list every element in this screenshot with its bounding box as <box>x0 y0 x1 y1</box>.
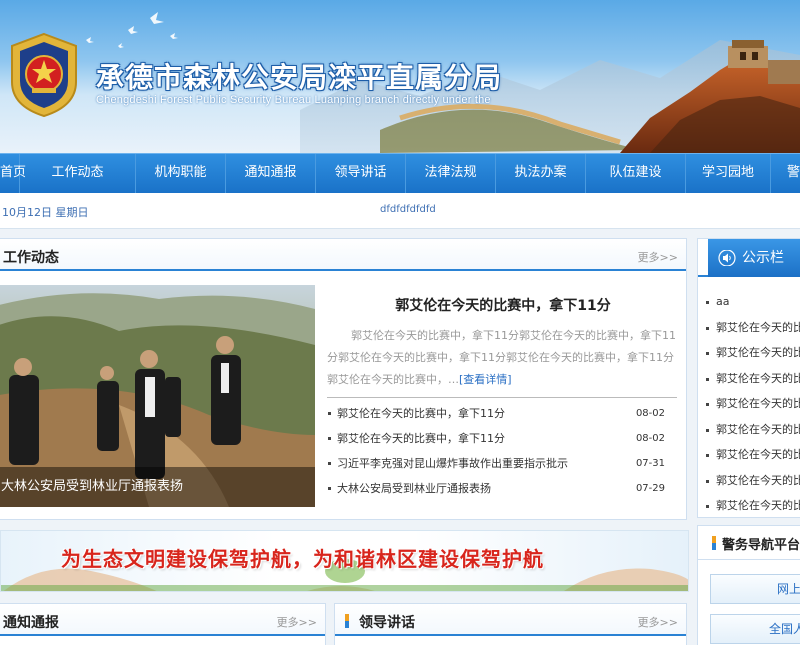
police-emblem-icon <box>11 32 77 118</box>
news-headline[interactable]: 郭艾伦在今天的比赛中，拿下11分 <box>329 295 677 315</box>
list-item-date: 08-02 <box>635 408 665 419</box>
section-marker-icon <box>712 536 716 550</box>
list-item[interactable]: 大林公安局受到林业厅通报表扬 07-29 <box>327 476 677 501</box>
list-item-title: 大林公安局受到林业厅通报表扬 <box>337 482 491 495</box>
work-news-title: 工作动态 <box>3 250 59 266</box>
list-item[interactable]: 郭艾伦在今天的比赛 <box>698 493 800 519</box>
scrolling-notice[interactable]: dfdfdfdfdfd <box>380 204 436 215</box>
list-item-title: 郭艾伦在今天的比赛中，拿下11分 <box>337 407 505 420</box>
nav-home[interactable]: 首页 <box>0 154 26 194</box>
list-item[interactable]: 郭艾伦在今天的比赛 <box>698 391 800 417</box>
list-item[interactable]: 郭艾伦在今天的比赛 <box>698 468 800 494</box>
main-nav: 首页 工作动态 机构职能 通知通报 领导讲话 法律法规 执法办案 队伍建设 学习… <box>0 153 800 194</box>
list-item[interactable]: 习近平李克强对昆山爆炸事故作出重要指示批示 07-31 <box>327 451 677 476</box>
list-item[interactable]: 郭艾伦在今天的比赛 <box>698 340 800 366</box>
leader-speech-more-link[interactable]: 更多>> <box>638 614 678 630</box>
date-bar: 10月12日 星期日 dfdfdfdfdfd <box>0 193 800 229</box>
list-item[interactable]: 郭艾伦在今天的比赛中，拿下11分 08-02 <box>327 426 677 451</box>
view-detail-link[interactable]: [查看详情] <box>459 373 512 386</box>
list-item[interactable]: aa <box>698 289 800 315</box>
list-item[interactable]: 郭艾伦在今天的比赛 <box>698 442 800 468</box>
site-header: 承德市森林公安局滦平直属分局 Chengdeshi Forest Public … <box>0 0 800 153</box>
list-item-date: 08-02 <box>635 433 665 444</box>
bulletin-board-header: 公示栏 <box>698 239 800 277</box>
work-news-more-link[interactable]: 更多>> <box>638 249 678 265</box>
nav-law-enforcement[interactable]: 执法办案 <box>496 154 586 194</box>
list-item-date: 07-29 <box>635 483 665 494</box>
national-link-button[interactable]: 全国人 <box>710 614 800 644</box>
nav-study[interactable]: 学习园地 <box>686 154 771 194</box>
news-summary: 郭艾伦在今天的比赛中，拿下11分郭艾伦在今天的比赛中，拿下11分郭艾伦在今天的比… <box>327 325 677 391</box>
nav-work-news[interactable]: 工作动态 <box>20 154 136 194</box>
list-item-title: 郭艾伦在今天的比赛中，拿下11分 <box>337 432 505 445</box>
news-photo-caption[interactable]: 大林公安局受到林业厅通报表扬 <box>0 467 315 507</box>
nav-leader-speeches[interactable]: 领导讲话 <box>316 154 406 194</box>
police-nav-header: 警务导航平台 <box>698 526 800 560</box>
notice-panel: 通知通报 更多>> <box>0 603 326 645</box>
list-item-title: 习近平李克强对昆山爆炸事故作出重要指示批示 <box>337 457 568 470</box>
news-photo[interactable]: 大林公安局受到林业厅通报表扬 <box>0 285 315 507</box>
leader-speech-panel: 领导讲话 更多>> <box>334 603 687 645</box>
nav-notices[interactable]: 通知通报 <box>226 154 316 194</box>
notice-more-link[interactable]: 更多>> <box>277 614 317 630</box>
section-marker-icon <box>345 614 349 628</box>
bulletin-board: 公示栏 aa 郭艾伦在今天的比赛 郭艾伦在今天的比赛 郭艾伦在今天的比赛 郭艾伦… <box>697 238 800 518</box>
police-nav-panel: 警务导航平台 网上 全国人 <box>697 525 800 645</box>
leader-speech-title: 领导讲话 <box>359 615 415 631</box>
list-item[interactable]: 郭艾伦在今天的比赛中，拿下11分 08-02 <box>327 401 677 426</box>
slogan-banner: 为生态文明建设保驾护航，为和谐林区建设保驾护航 <box>0 530 689 592</box>
online-service-button[interactable]: 网上 <box>710 574 800 604</box>
leader-speech-header: 领导讲话 更多>> <box>335 604 686 636</box>
list-item-date: 07-31 <box>635 458 665 469</box>
bulletin-board-tab[interactable]: 公示栏 <box>708 239 800 277</box>
current-date: 10月12日 星期日 <box>2 206 89 219</box>
work-news-panel: 工作动态 更多>> 大林公安局受到林业厅通报表扬 郭艾伦在今天的比赛中，拿下11… <box>0 238 687 520</box>
nav-team-building[interactable]: 队伍建设 <box>586 154 686 194</box>
nav-organization[interactable]: 机构职能 <box>136 154 226 194</box>
bulletin-list: aa 郭艾伦在今天的比赛 郭艾伦在今天的比赛 郭艾伦在今天的比赛 郭艾伦在今天的… <box>698 277 800 519</box>
notice-header: 通知通报 更多>> <box>0 604 325 636</box>
police-nav-title: 警务导航平台 <box>722 538 800 553</box>
bulletin-board-title: 公示栏 <box>742 250 784 266</box>
work-news-header: 工作动态 更多>> <box>0 239 686 271</box>
speaker-icon <box>718 250 736 266</box>
work-news-list: 郭艾伦在今天的比赛中，拿下11分 08-02 郭艾伦在今天的比赛中，拿下11分 08… <box>327 397 677 501</box>
nav-laws[interactable]: 法律法规 <box>406 154 496 194</box>
site-subtitle: Chengdeshi Forest Public Security Bureau… <box>96 94 491 106</box>
site-title: 承德市森林公安局滦平直属分局 <box>96 61 503 94</box>
list-item[interactable]: 郭艾伦在今天的比赛 <box>698 417 800 443</box>
notice-title: 通知通报 <box>3 615 59 631</box>
banner-slogan: 为生态文明建设保驾护航，为和谐林区建设保驾护航 <box>61 547 544 571</box>
list-item[interactable]: 郭艾伦在今天的比赛 <box>698 315 800 341</box>
list-item[interactable]: 郭艾伦在今天的比赛 <box>698 366 800 392</box>
nav-police[interactable]: 警 <box>771 154 800 194</box>
